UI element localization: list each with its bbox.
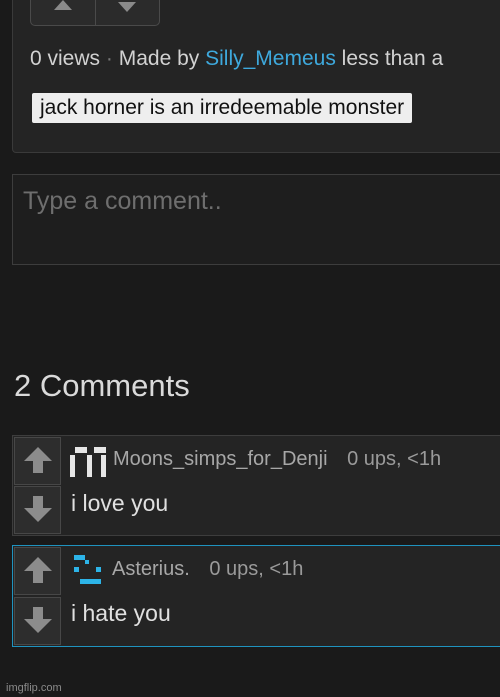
watermark: imgflip.com <box>6 682 62 694</box>
post-downvote-button[interactable] <box>94 0 160 25</box>
comment-ups: 0 ups, <1h <box>347 448 442 470</box>
arrow-down-icon <box>23 496 52 522</box>
post-vote-buttons <box>30 0 160 26</box>
arrow-up-icon <box>23 557 52 583</box>
comment-vote-buttons <box>13 546 62 646</box>
comment-input[interactable]: Type a comment.. <box>12 174 500 265</box>
author-link[interactable]: Silly_Memeus <box>205 47 336 70</box>
comment-downvote-button[interactable] <box>14 597 61 645</box>
view-count: 0 views <box>30 47 101 70</box>
user-avatar[interactable] <box>70 551 108 589</box>
comment-meta: Moons_simps_for_Denji 0 ups, <1h <box>113 448 441 471</box>
comment-text: i hate you <box>71 600 171 626</box>
comment-downvote-button[interactable] <box>14 486 61 534</box>
user-avatar[interactable] <box>70 441 108 479</box>
arrow-down-icon <box>118 2 137 12</box>
post-time: less than a <box>341 47 444 70</box>
made-by-label: Made by <box>118 47 200 70</box>
comment-input-placeholder: Type a comment.. <box>23 187 222 215</box>
comment-item: Asterius. 0 ups, <1h i hate you <box>12 545 500 647</box>
post-tag[interactable]: jack horner is an irredeemable monster <box>32 93 413 123</box>
comment-ups: 0 ups, <1h <box>209 558 304 580</box>
post-upvote-button[interactable] <box>31 0 95 25</box>
comment-meta: Asterius. 0 ups, <1h <box>112 558 303 581</box>
comment-text: i love you <box>71 490 169 516</box>
meta-separator: · <box>105 47 113 70</box>
post-meta: 0 views · Made by Silly_Memeus less than… <box>30 47 443 71</box>
arrow-up-icon <box>23 447 52 473</box>
comment-upvote-button[interactable] <box>14 437 61 485</box>
comment-item: Moons_simps_for_Denji 0 ups, <1h i love … <box>12 435 500 536</box>
comment-username[interactable]: Moons_simps_for_Denji <box>113 448 328 470</box>
comment-upvote-button[interactable] <box>14 547 61 595</box>
comment-username[interactable]: Asterius. <box>112 558 190 580</box>
comments-count-heading: 2 Comments <box>14 368 190 403</box>
arrow-up-icon <box>53 0 72 10</box>
arrow-down-icon <box>23 607 52 633</box>
comment-vote-buttons <box>13 436 62 535</box>
